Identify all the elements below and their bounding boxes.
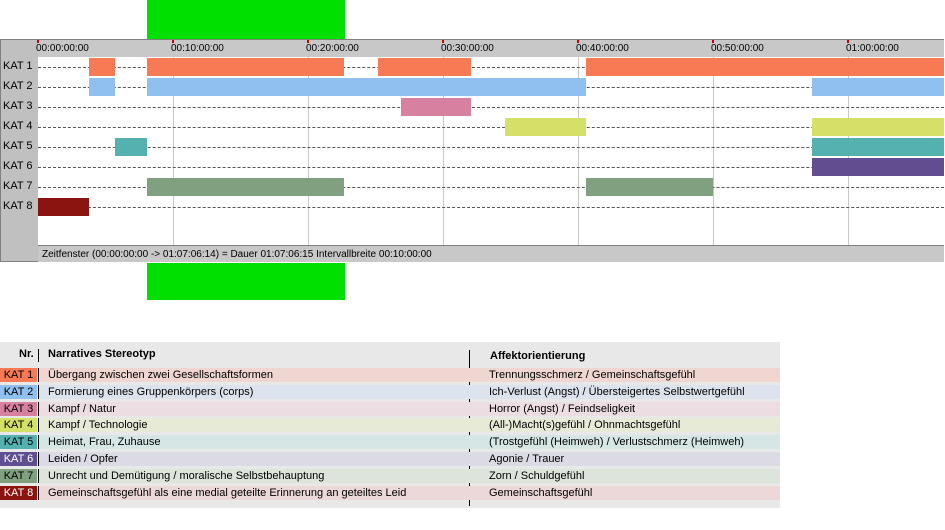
segment-bar[interactable] xyxy=(115,138,147,156)
cell-separator xyxy=(38,384,39,399)
legend-row: KAT 2 Formierung eines Gruppenkörpers (co… xyxy=(0,384,780,400)
category-badge: KAT 2 xyxy=(0,384,37,399)
cell-separator xyxy=(38,418,39,433)
stereotyp-text: Heimat, Frau, Zuhause xyxy=(48,436,161,449)
selection-window-top[interactable] xyxy=(147,0,345,39)
track-area[interactable] xyxy=(38,57,944,245)
row-guide xyxy=(38,127,944,128)
grid-line xyxy=(713,57,714,245)
time-ruler[interactable]: 00:00:00:00 00:10:00:00 00:20:00:00 00:30:0… xyxy=(36,40,944,57)
segment-bar[interactable] xyxy=(147,58,344,76)
cell-separator xyxy=(38,452,39,466)
legend-row: KAT 8 Gemeinschaftsgefühl als eine medial… xyxy=(0,485,780,501)
row-label: KAT 2 xyxy=(3,80,33,92)
cell-separator xyxy=(38,368,39,382)
segment-bar[interactable] xyxy=(586,178,713,196)
affekt-text: Agonie / Trauer xyxy=(489,453,565,465)
tick-label: 01:00:00:00 xyxy=(846,43,899,54)
legend-row: KAT 7 Unrecht und Demütigung / moralische… xyxy=(0,468,780,484)
cell-separator xyxy=(38,468,39,483)
row-guide xyxy=(38,147,944,148)
stereotyp-text: Kampf / Natur xyxy=(48,402,116,415)
legend-table: Nr. Narratives Stereotyp Affektorientier… xyxy=(0,342,780,508)
segment-bar[interactable] xyxy=(147,178,344,196)
category-badge: KAT 3 xyxy=(0,401,37,416)
category-badge: KAT 5 xyxy=(0,435,37,450)
stereotyp-text: Übergang zwischen zwei Gesellschaftsform… xyxy=(48,369,273,381)
row-guide xyxy=(38,207,944,208)
segment-bar[interactable] xyxy=(401,98,471,116)
affekt-text: Zorn / Schuldgefühl xyxy=(489,469,585,482)
affekt-text: Horror (Angst) / Feindseligkeit xyxy=(489,402,636,415)
segment-bar[interactable] xyxy=(812,158,944,176)
cell-separator xyxy=(38,435,39,450)
header-affekt: Affektorientierung xyxy=(490,350,586,362)
tick-label: 00:50:00:00 xyxy=(711,43,764,54)
segment-bar[interactable] xyxy=(378,58,471,76)
segment-bar[interactable] xyxy=(812,78,944,96)
tick-label: 00:40:00:00 xyxy=(576,43,629,54)
row-label: KAT 6 xyxy=(3,160,33,172)
affekt-text: Ich-Verlust (Angst) / Übersteigertes Sel… xyxy=(489,385,745,398)
cell-separator xyxy=(38,485,39,500)
category-badge: KAT 7 xyxy=(0,468,37,483)
tick-label: 00:00:00:00 xyxy=(36,43,89,54)
stereotyp-text: Formierung eines Gruppenkörpers (corps) xyxy=(48,385,254,398)
stereotyp-text: Kampf / Technologie xyxy=(48,419,148,432)
legend-row: KAT 1 Übergang zwischen zwei Gesellschaft… xyxy=(0,367,780,383)
row-label: KAT 4 xyxy=(3,120,33,132)
legend-row: KAT 5 Heimat, Frau, Zuhause (Trostgefühl (… xyxy=(0,434,780,450)
segment-bar[interactable] xyxy=(812,118,944,136)
affekt-text: (Trostgefühl (Heimweh) / Verlustschmerz … xyxy=(489,436,745,449)
segment-bar[interactable] xyxy=(812,138,944,156)
segment-bar[interactable] xyxy=(89,78,115,96)
segment-bar[interactable] xyxy=(89,58,115,76)
affekt-text: Gemeinschaftsgefühl xyxy=(489,486,593,499)
category-badge: KAT 8 xyxy=(0,485,37,500)
row-label: KAT 5 xyxy=(3,140,33,152)
timeline-panel: 00:00:00:00 00:10:00:00 00:20:00:00 00:30:0… xyxy=(0,39,944,262)
header-nr: Nr. xyxy=(19,348,34,360)
row-guide xyxy=(38,107,944,108)
row-label: KAT 7 xyxy=(3,180,33,192)
stereotyp-text: Unrecht und Demütigung / moralische Selb… xyxy=(48,469,325,482)
row-label: KAT 8 xyxy=(3,200,33,212)
tick-label: 00:20:00:00 xyxy=(306,43,359,54)
segment-bar[interactable] xyxy=(147,78,586,96)
affekt-text: (All-)Macht(s)gefühl / Ohnmachtsgefühl xyxy=(489,419,681,432)
category-badge: KAT 4 xyxy=(0,418,37,433)
stereotyp-text: Leiden / Opfer xyxy=(48,453,118,465)
cell-separator xyxy=(38,401,39,416)
category-badge: KAT 1 xyxy=(0,368,37,382)
tick-label: 00:30:00:00 xyxy=(441,43,494,54)
stereotyp-text: Gemeinschaftsgefühl als eine medial gete… xyxy=(48,486,407,499)
legend-row: KAT 4 Kampf / Technologie (All-)Macht(s)ge… xyxy=(0,417,780,433)
row-background xyxy=(39,401,780,416)
header-stereotyp: Narratives Stereotyp xyxy=(48,348,156,360)
row-guide xyxy=(38,167,944,168)
tick-label: 00:10:00:00 xyxy=(171,43,224,54)
header-separator xyxy=(38,349,39,362)
segment-bar[interactable] xyxy=(505,118,586,136)
segment-bar[interactable] xyxy=(38,198,89,216)
status-bar: Zeitfenster (00:00:00:00 -> 01:07:06:14)… xyxy=(38,245,944,262)
legend-row: KAT 6 Leiden / Opfer Agonie / Trauer xyxy=(0,451,780,467)
category-badge: KAT 6 xyxy=(0,452,37,466)
row-label: KAT 1 xyxy=(3,60,33,72)
row-label: KAT 3 xyxy=(3,100,33,112)
segment-bar[interactable] xyxy=(586,58,944,76)
affekt-text: Trennungsschmerz / Gemeinschaftsgefühl xyxy=(489,369,696,381)
row-background xyxy=(39,452,780,466)
selection-window-bottom[interactable] xyxy=(147,263,345,300)
legend-row: KAT 3 Kampf / Natur Horror (Angst) / Feind… xyxy=(0,401,780,417)
